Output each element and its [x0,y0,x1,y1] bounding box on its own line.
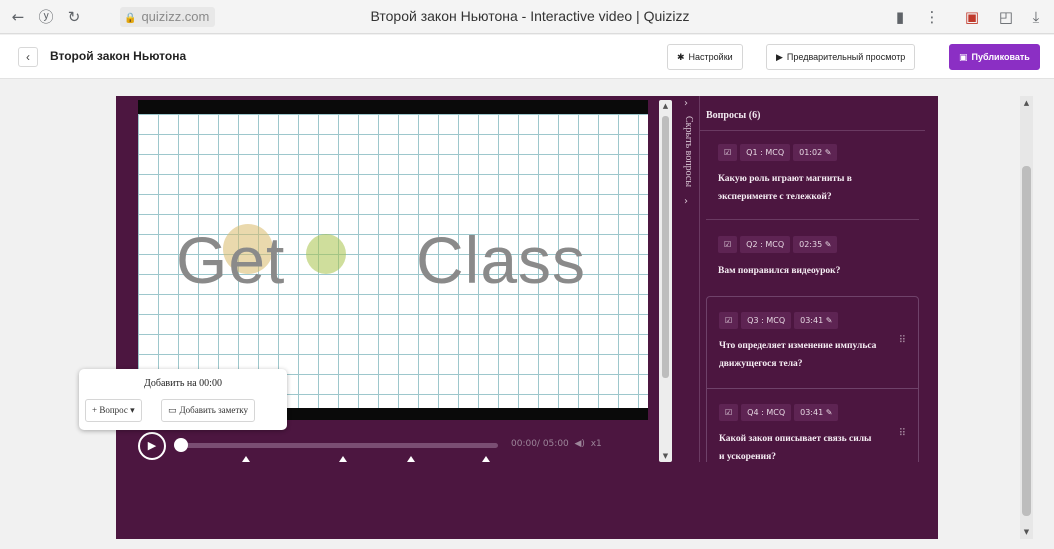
video-scrollbar[interactable]: ▲ ▼ [659,100,672,462]
publish-label: Публиковать [971,52,1030,62]
extension-icon[interactable]: ▣ [962,7,982,27]
video-controls: ▶ 00:00/ 05:00 ◀) x1 [138,430,663,460]
question-time-tag[interactable]: 03:41 ✎ [794,312,839,329]
address-bar[interactable]: 🔒 quizizz.com [120,7,216,27]
add-note-label: Добавить заметку [179,405,248,415]
time-display: 00:00/ 05:00 ◀) x1 [511,439,602,449]
editor-header: ‹ Второй закон Ньютона ✱ Настройки ▶ Предв… [0,35,1054,79]
lock-icon: 🔒 [124,13,137,24]
video-content: Get Class [138,114,648,408]
question-marker[interactable] [339,456,347,462]
preview-label: Предварительный просмотр [786,52,906,62]
add-at-time-popover: Добавить на 00:00 + Вопрос ▾ ▭ Добавить з… [79,369,287,430]
hide-questions-label: Скрыть вопросы [683,116,694,188]
question-text: Какой закон описывает связь силы и ускор… [719,434,872,462]
add-question-button[interactable]: + Вопрос ▾ [85,399,142,422]
question-text: Какую роль играют магниты в эксперименте… [718,174,852,202]
seek-bar[interactable] [180,443,498,448]
gear-icon: ✱ [677,53,685,63]
video-text-left: Get [176,223,286,297]
speed-control[interactable]: x1 [591,439,602,449]
play-button[interactable]: ▶ [138,432,166,460]
drag-handle-icon[interactable]: ⠿ [899,428,906,439]
question-card[interactable]: ☑ Q2 : MCQ 02:35 ✎ Вам понравился видеоу… [706,222,919,290]
page-title: Второй закон Ньютона [50,49,187,63]
back-button[interactable]: ‹ [18,47,38,67]
question-type-tag: Q3 : MCQ [741,312,792,329]
questions-panel: Вопросы (6) ☑ Q1 : MCQ 01:02 ✎ Какую рол… [699,96,938,462]
scroll-up-icon[interactable]: ▲ [659,102,672,110]
question-card[interactable]: ☑ Q3 : MCQ 03:41 ✎ ⠿ Что определяет изме… [707,297,918,389]
question-type-tag: Q1 : MCQ [740,144,791,161]
tab-title: Второй закон Ньютона - Interactive video… [370,8,690,24]
time-text: 00:00/ 05:00 [511,439,569,449]
question-time: 02:35 [799,240,823,249]
play-icon: ▶ [776,53,783,63]
question-group: ☑ Q3 : MCQ 03:41 ✎ ⠿ Что определяет изме… [706,296,919,462]
question-time: 03:41 [800,316,824,325]
question-time-tag[interactable]: 01:02 ✎ [793,144,838,161]
question-time: 01:02 [799,148,823,157]
drag-handle-icon[interactable]: ⠿ [899,335,906,346]
question-card[interactable]: ☑ Q1 : MCQ 01:02 ✎ Какую роль играют маг… [706,132,919,220]
question-marker[interactable] [482,456,490,462]
question-time: 03:41 [800,408,824,417]
volume-icon[interactable]: ◀) [575,439,585,449]
video-text-right: Class [416,223,587,297]
question-marker[interactable] [407,456,415,462]
page-scrollbar[interactable]: ▲ ▼ [1020,96,1033,539]
question-time-tag[interactable]: 02:35 ✎ [793,236,838,253]
question-time-tag[interactable]: 03:41 ✎ [794,404,839,421]
add-note-button[interactable]: ▭ Добавить заметку [161,399,255,422]
hide-questions-toggle[interactable]: › Скрыть вопросы › [682,96,696,462]
checkbox-icon[interactable]: ☑ [718,144,738,161]
questions-heading: Вопросы (6) [700,110,925,131]
scroll-thumb[interactable] [662,116,669,378]
bookmark-icon[interactable]: ▮ [890,7,910,27]
scroll-up-icon[interactable]: ▲ [1020,99,1033,107]
question-text: Что определяет изменение импульса движущ… [719,341,877,369]
publish-button[interactable]: ▣ Публиковать [949,44,1040,70]
menu-dots-icon[interactable]: ⋮ [922,7,942,27]
checkbox-icon[interactable]: ☑ [719,312,739,329]
reload-icon[interactable]: ↻ [64,7,84,27]
popover-title: Добавить на 00:00 [144,378,222,389]
save-icon: ▣ [959,53,968,63]
page-scroll-thumb[interactable] [1022,166,1031,516]
url-text: quizizz.com [141,9,210,24]
question-type-tag: Q2 : MCQ [740,236,791,253]
preview-button[interactable]: ▶ Предварительный просмотр [766,44,916,70]
browser-toolbar: ← ⓨ ↻ 🔒 quizizz.com Второй закон Ньютона … [0,0,1054,34]
checkbox-icon[interactable]: ☑ [718,236,738,253]
chevron-right-icon: › [684,196,688,207]
paint-splash [306,234,346,274]
seek-handle[interactable] [174,438,188,452]
video-editor: Get Class ▶ 00:00/ 05:00 ◀) x1 ▲ ▼ › Скр… [116,96,938,539]
settings-button[interactable]: ✱ Настройки [667,44,743,70]
question-marker[interactable] [242,456,250,462]
download-icon[interactable]: ⤓ [1026,7,1046,27]
back-arrow-icon[interactable]: ← [8,7,28,27]
question-card[interactable]: ☑ Q4 : MCQ 03:41 ✎ ⠿ Какой закон описыва… [707,390,918,462]
scroll-down-icon[interactable]: ▼ [659,452,672,460]
scroll-down-icon[interactable]: ▼ [1020,528,1033,536]
question-text: Вам понравился видеоурок? [718,266,841,276]
note-icon: ▭ [168,406,177,416]
chevron-right-icon: › [684,98,688,109]
collections-icon[interactable]: ◰ [996,7,1016,27]
yandex-icon[interactable]: ⓨ [36,7,56,27]
settings-label: Настройки [688,52,733,62]
question-type-tag: Q4 : MCQ [741,404,792,421]
checkbox-icon[interactable]: ☑ [719,404,739,421]
